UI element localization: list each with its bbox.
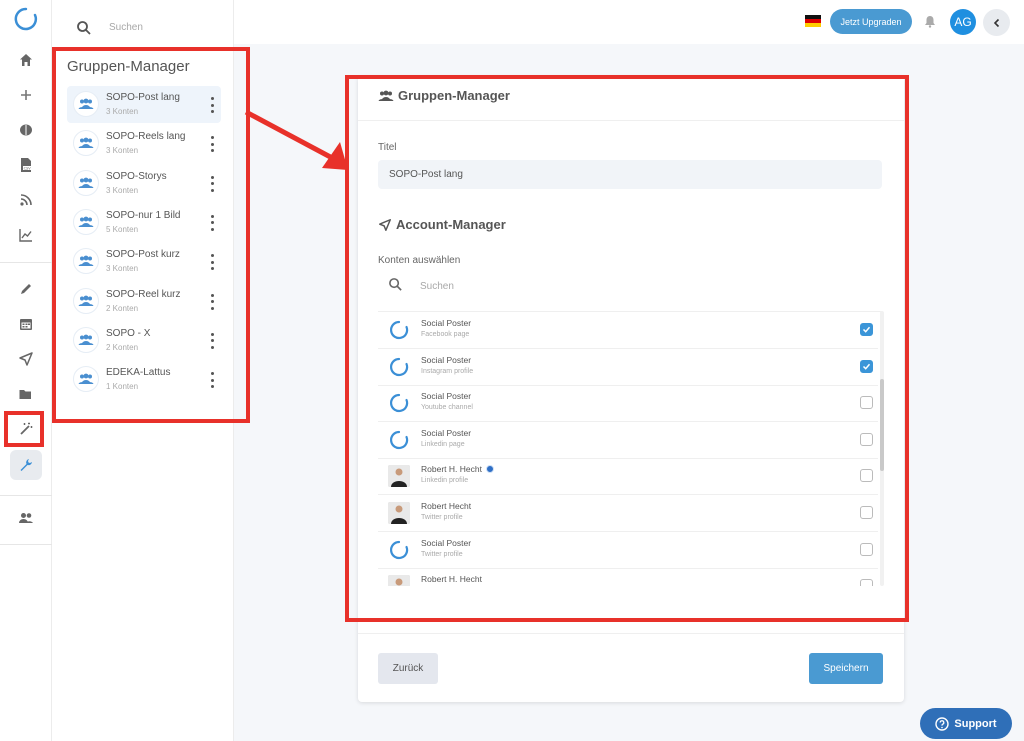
upgrade-button[interactable]: Jetzt Upgraden [830,9,912,34]
csv-file-icon[interactable]: CSV [11,152,41,178]
users-icon[interactable] [11,505,41,531]
app-logo-icon[interactable] [14,7,38,31]
card-footer-divider [358,633,904,634]
svg-text:CSV: CSV [24,166,32,170]
pencil-icon[interactable] [11,276,41,302]
brain-icon[interactable] [11,117,41,143]
bell-icon[interactable] [924,15,936,28]
back-button[interactable]: Zurück [378,653,438,684]
search-icon [77,21,91,35]
chevron-left-icon [993,18,999,27]
question-circle-icon [935,716,950,731]
save-button[interactable]: Speichern [809,653,883,684]
annotation-box-wand [4,411,44,447]
folder-icon[interactable] [11,381,41,407]
avatar[interactable]: AG [950,9,976,35]
plus-icon[interactable] [11,82,41,108]
topbar: Jetzt Upgraden AG [234,0,1024,44]
group-search[interactable]: Suchen [52,0,234,46]
analytics-chart-icon[interactable] [11,222,41,248]
collapse-button[interactable] [983,9,1010,36]
send-icon[interactable] [11,346,41,372]
icon-rail: CSV [0,0,52,741]
rail-divider [0,495,52,496]
rail-divider [0,262,52,263]
support-button[interactable]: Support [920,708,1012,739]
calendar-icon[interactable] [11,311,41,337]
search-placeholder: Suchen [109,22,143,33]
rail-divider [0,544,52,545]
german-flag-icon[interactable] [805,15,821,27]
annotation-box-editor [345,75,909,622]
rss-icon[interactable] [11,187,41,213]
annotation-box-group-list [52,47,250,423]
wrench-icon[interactable] [10,450,42,480]
home-icon[interactable] [11,47,41,73]
support-label: Support [954,717,997,730]
